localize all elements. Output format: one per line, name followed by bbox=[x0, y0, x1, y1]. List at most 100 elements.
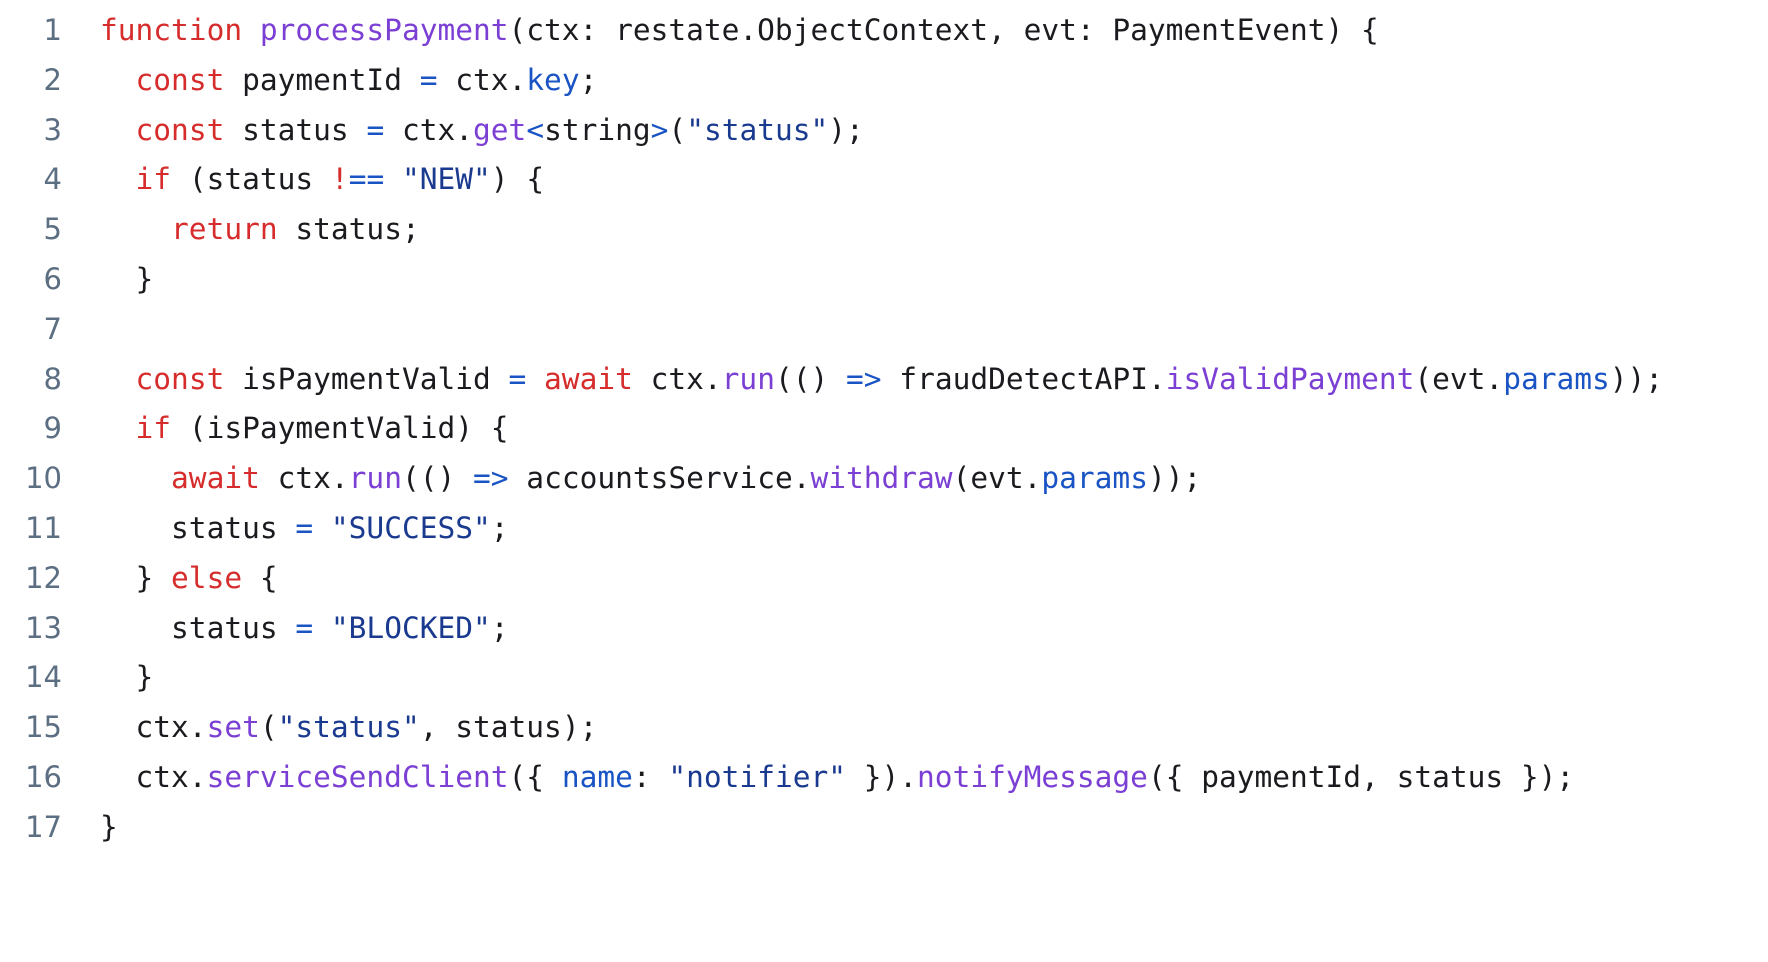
code-token: isValidPayment bbox=[1165, 361, 1415, 396]
code-token: ; bbox=[490, 510, 509, 545]
line-number: 12 bbox=[25, 560, 62, 595]
code-token: params bbox=[1041, 461, 1148, 496]
line-content[interactable]: } bbox=[62, 803, 1768, 853]
line-number: 2 bbox=[43, 62, 62, 97]
code-line[interactable]: 1 function processPayment(ctx: restate.Ob… bbox=[0, 6, 1768, 56]
code-token: , status); bbox=[419, 710, 598, 745]
line-number: 5 bbox=[43, 212, 62, 247]
code-token: status bbox=[224, 112, 367, 147]
code-line[interactable]: 14 } bbox=[0, 653, 1768, 703]
code-token: "status" bbox=[686, 112, 829, 147]
code-line[interactable]: 13 status = "BLOCKED"; bbox=[0, 604, 1768, 654]
code-line[interactable]: 17} bbox=[0, 803, 1768, 853]
code-token: const bbox=[135, 112, 225, 147]
code-token: "status" bbox=[277, 710, 420, 745]
code-token: notifyMessage bbox=[917, 759, 1148, 794]
code-token: } bbox=[100, 560, 172, 595]
code-token: paymentId bbox=[224, 62, 420, 97]
code-token: ( bbox=[259, 710, 278, 745]
line-number: 4 bbox=[43, 162, 62, 197]
code-token: = bbox=[366, 112, 385, 147]
line-content[interactable]: ctx.serviceSendClient({ name: "notifier"… bbox=[62, 753, 1768, 803]
line-content[interactable]: status = "BLOCKED"; bbox=[62, 604, 1768, 654]
line-number: 1 bbox=[43, 13, 62, 47]
code-token: (isPaymentValid) { bbox=[171, 411, 509, 446]
line-number: 8 bbox=[43, 361, 62, 396]
code-token: = bbox=[295, 610, 314, 645]
line-number: 7 bbox=[43, 311, 62, 346]
code-editor-pane: 1 function processPayment(ctx: restate.Ob… bbox=[0, 0, 1768, 962]
code-token: = bbox=[295, 510, 314, 545]
code-token: function bbox=[100, 13, 243, 47]
line-content[interactable]: if (status !== "NEW") { bbox=[62, 155, 1768, 205]
line-content[interactable]: if (isPaymentValid) { bbox=[62, 404, 1768, 454]
code-token: (status bbox=[171, 162, 331, 197]
line-content[interactable]: const isPaymentValid = await ctx.run(() … bbox=[62, 355, 1768, 405]
code-token: (() bbox=[401, 461, 474, 496]
code-line[interactable]: 6 } bbox=[0, 255, 1768, 305]
code-token: "notifier" bbox=[668, 759, 846, 794]
code-token: ); bbox=[828, 112, 864, 147]
code-line[interactable]: 16 ctx.serviceSendClient({ name: "notifi… bbox=[0, 753, 1768, 803]
line-content[interactable]: await ctx.run(() => accountsService.with… bbox=[62, 454, 1768, 504]
code-line[interactable]: 15 ctx.set("status", status); bbox=[0, 703, 1768, 753]
code-token: < bbox=[526, 112, 545, 147]
line-number: 3 bbox=[43, 112, 62, 147]
code-line[interactable]: 2 const paymentId = ctx.key; bbox=[0, 56, 1768, 106]
code-line[interactable]: 7 bbox=[0, 305, 1768, 355]
code-token: )); bbox=[1147, 461, 1202, 496]
code-token: fraudDetectAPI. bbox=[881, 361, 1166, 396]
code-token: ctx. bbox=[100, 759, 207, 794]
code-token: const bbox=[135, 62, 225, 97]
code-token: } bbox=[100, 660, 154, 695]
code-token: ({ paymentId, status }); bbox=[1147, 759, 1575, 794]
code-line[interactable]: 8 const isPaymentValid = await ctx.run((… bbox=[0, 355, 1768, 405]
code-line[interactable]: 10 await ctx.run(() => accountsService.w… bbox=[0, 454, 1768, 504]
code-token: (evt. bbox=[1414, 361, 1504, 396]
code-token: if bbox=[135, 411, 172, 446]
code-line[interactable]: 4 if (status !== "NEW") { bbox=[0, 155, 1768, 205]
code-token: ctx. bbox=[259, 461, 349, 496]
code-token: ctx. bbox=[384, 112, 474, 147]
line-content[interactable]: } bbox=[62, 255, 1768, 305]
code-token: status bbox=[100, 510, 296, 545]
line-number: 11 bbox=[25, 510, 62, 545]
code-token: key bbox=[526, 62, 580, 97]
code-token: isPaymentValid bbox=[224, 361, 509, 396]
code-line[interactable]: 12 } else { bbox=[0, 554, 1768, 604]
code-token: (() bbox=[774, 361, 847, 396]
line-content[interactable]: const paymentId = ctx.key; bbox=[62, 56, 1768, 106]
code-token: )); bbox=[1609, 361, 1664, 396]
code-token: status bbox=[100, 610, 296, 645]
code-line[interactable]: 11 status = "SUCCESS"; bbox=[0, 504, 1768, 554]
code-token: const bbox=[135, 361, 225, 396]
code-token: "NEW" bbox=[401, 162, 491, 197]
code-token: withdraw bbox=[810, 461, 953, 496]
code-token: ; bbox=[579, 62, 598, 97]
code-line[interactable]: 5 return status; bbox=[0, 205, 1768, 255]
code-token: (evt. bbox=[952, 461, 1042, 496]
code-token: run bbox=[348, 461, 402, 496]
code-line[interactable]: 9 if (isPaymentValid) { bbox=[0, 404, 1768, 454]
line-content[interactable]: } else { bbox=[62, 554, 1768, 604]
line-content[interactable]: function processPayment(ctx: restate.Obj… bbox=[62, 6, 1768, 56]
line-content[interactable]: } bbox=[62, 653, 1768, 703]
code-token: accountsService. bbox=[508, 461, 811, 496]
code-token: == bbox=[348, 162, 385, 197]
code-token: = bbox=[419, 62, 438, 97]
line-content[interactable]: const status = ctx.get<string>("status")… bbox=[62, 106, 1768, 156]
code-line[interactable]: 3 const status = ctx.get<string>("status… bbox=[0, 106, 1768, 156]
code-token: set bbox=[206, 710, 260, 745]
line-content[interactable]: status = "SUCCESS"; bbox=[62, 504, 1768, 554]
line-content[interactable]: ctx.set("status", status); bbox=[62, 703, 1768, 753]
line-content[interactable]: return status; bbox=[62, 205, 1768, 255]
code-token: name bbox=[561, 759, 633, 794]
code-token: } bbox=[100, 261, 154, 296]
code-token: await bbox=[171, 461, 260, 496]
